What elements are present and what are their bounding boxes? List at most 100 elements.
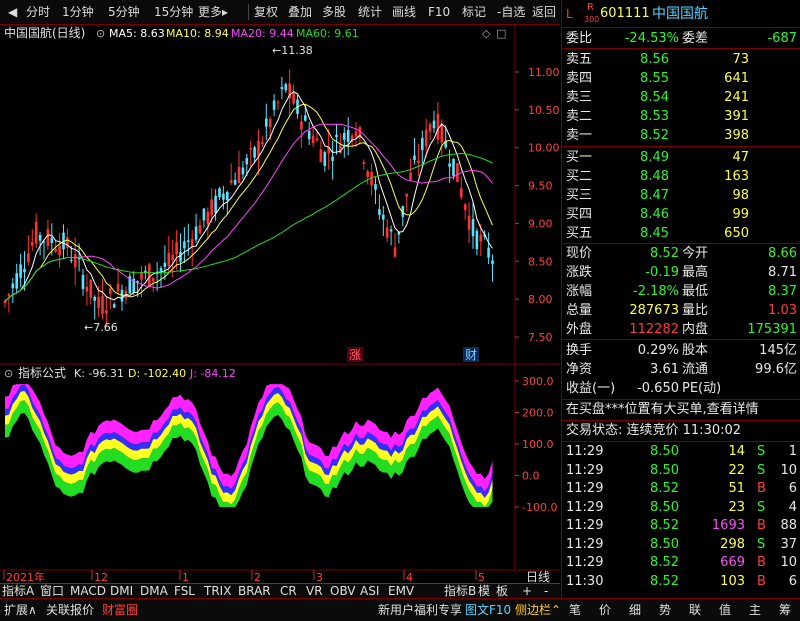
indicator-tab-right[interactable]: 模 — [478, 584, 490, 599]
detail-tab[interactable]: 主 — [749, 602, 761, 618]
detail-tab[interactable]: 细 — [629, 602, 641, 618]
tick-time: 11:29 — [566, 518, 604, 533]
quote-stats: 现价 8.52 今开 8.66 涨跌 -0.19 最高 8.71 涨幅 -2.18% 最低 8.37 总… — [562, 244, 800, 339]
tick-count: 1 — [788, 444, 797, 459]
indicator-tab[interactable]: TRIX — [204, 584, 231, 599]
fund-value: 145亿 — [759, 343, 797, 358]
tick-time: 11:29 — [566, 481, 604, 496]
indicator-tab[interactable]: EMV — [388, 584, 414, 599]
tick-side: B — [757, 573, 766, 589]
multi-stock-button[interactable]: 多股 — [318, 3, 350, 21]
bid-volume: 47 — [732, 150, 749, 165]
draw-line-button[interactable]: 画线 — [388, 3, 420, 21]
badge-cai[interactable]: 财 — [465, 348, 477, 362]
tick-side: S — [757, 444, 766, 459]
candle-body — [54, 249, 57, 252]
mark-button[interactable]: 标记 — [458, 3, 490, 21]
related-quotes-tab[interactable]: 关联报价 — [46, 602, 94, 618]
quote-value: -0.19 — [645, 265, 679, 280]
ask-price: 8.54 — [640, 90, 669, 105]
expand-menu[interactable]: 扩展∧ — [4, 602, 37, 618]
tab-fenshi[interactable]: 分时 — [22, 3, 54, 21]
ask-row[interactable]: 卖一 8.52 398 — [562, 126, 800, 145]
stock-code[interactable]: 601111 — [600, 2, 650, 26]
tab-1min[interactable]: 1分钟 — [58, 3, 98, 21]
divider — [562, 48, 800, 49]
detail-tab[interactable]: 笔 — [569, 602, 581, 618]
indicator-tab[interactable]: CR — [280, 584, 297, 599]
indicator-tab-right[interactable]: 指标B — [444, 584, 476, 599]
indicator-tab[interactable]: DMI — [110, 584, 133, 599]
bid-row[interactable]: 买五 8.45 650 — [562, 224, 800, 243]
tab-5min[interactable]: 5分钟 — [104, 3, 144, 21]
candle-body — [159, 268, 163, 271]
ask-row[interactable]: 卖五 8.56 73 — [562, 50, 800, 69]
kdj-axis: 300.0 200.0 100.0 0.0 -100.0 — [515, 375, 557, 514]
indicator-tab[interactable]: 窗口 — [40, 584, 64, 599]
fundamental-row: 换手 0.29% 股本 145亿 — [562, 341, 800, 360]
indicator-tab[interactable]: ASI — [360, 584, 379, 599]
tab-15min[interactable]: 15分钟 — [150, 3, 197, 21]
indicator-collapse-icon[interactable]: ⊙ — [4, 367, 13, 380]
ask-price: 8.53 — [640, 109, 669, 124]
detail-tab[interactable]: 联 — [689, 602, 701, 618]
indicator-tab-right[interactable]: 板 — [496, 584, 508, 599]
new-user-promo[interactable]: 新用户福利专享 — [378, 602, 462, 618]
overlay-button[interactable]: 叠加 — [284, 3, 316, 21]
stats-button[interactable]: 统计 — [354, 3, 386, 21]
period-label[interactable]: 日线 — [526, 570, 550, 584]
expand-icon[interactable]: □ — [496, 27, 506, 40]
detail-tab[interactable]: 势 — [659, 602, 671, 618]
watchlist-button[interactable]: -自选 — [493, 3, 529, 21]
ask-row[interactable]: 卖三 8.54 241 — [562, 88, 800, 107]
bid-price: 8.45 — [640, 226, 669, 241]
badge-zhang[interactable]: 涨 — [349, 347, 361, 362]
tick-volume: 103 — [720, 573, 745, 589]
bid-row[interactable]: 买四 8.46 99 — [562, 205, 800, 224]
chevron-left-icon[interactable]: ◀ — [4, 3, 21, 21]
back-button[interactable]: 返回 — [528, 3, 560, 21]
more-menu[interactable]: 更多▸ — [194, 3, 232, 21]
bid-row[interactable]: 买一 8.49 47 — [562, 148, 800, 167]
kline-chart[interactable]: 11.00 10.50 10.00 9.50 9.00 8.50 8.00 7.50 300.… — [0, 24, 560, 595]
detail-tab[interactable]: 价 — [599, 602, 611, 618]
quote-label: 涨幅 — [566, 284, 593, 299]
candle-body — [34, 221, 38, 244]
ma20-line — [4, 123, 493, 302]
bid-label: 买二 — [566, 169, 593, 184]
indicator-tab[interactable]: 指标A — [2, 584, 34, 599]
tick-list[interactable]: 11:29 8.50 14 S 1 11:29 8.50 22 S 10 11:29 8.52 51 B 6… — [562, 442, 800, 592]
wealth-circle-tab[interactable]: 财富圈 — [102, 602, 138, 618]
indicator-tab[interactable]: VR — [306, 584, 323, 599]
diamond-icon[interactable]: ◇ — [482, 27, 491, 40]
tick-count: 10 — [780, 462, 797, 478]
candle-body — [311, 135, 315, 144]
indicator-tab[interactable]: BRAR — [238, 584, 271, 599]
detail-tab[interactable]: 值 — [719, 602, 731, 618]
f10-graphic-tab[interactable]: 图文F10 — [465, 602, 511, 618]
fuquan-button[interactable]: 复权 — [250, 3, 282, 21]
collapse-icon[interactable]: ⊙ — [96, 27, 105, 40]
indicator-tab-right[interactable]: + — [522, 584, 532, 599]
kdj-tick-label: -100.0 — [522, 501, 557, 514]
indicator-tab[interactable]: MACD — [70, 584, 106, 599]
indicator-tab-right[interactable]: - — [544, 584, 548, 599]
big-order-notice[interactable]: 在买盘***位置有大买单,查看详情 — [562, 400, 800, 420]
candle-body — [11, 283, 15, 289]
detail-tab[interactable]: 筹 — [779, 602, 791, 618]
stock-name[interactable]: 中国国航 — [652, 2, 708, 26]
f10-button[interactable]: F10 — [424, 3, 454, 21]
indicator-tab[interactable]: FSL — [174, 584, 195, 599]
ask-row[interactable]: 卖二 8.53 391 — [562, 107, 800, 126]
quote-value: 8.71 — [768, 265, 797, 280]
candle-body — [3, 301, 7, 304]
bid-row[interactable]: 买三 8.47 98 — [562, 186, 800, 205]
sidebar-toggle[interactable]: 侧边栏⌃ — [515, 602, 561, 618]
ask-row[interactable]: 卖四 8.55 641 — [562, 69, 800, 88]
indicator-tab[interactable]: OBV — [330, 584, 356, 599]
bid-row[interactable]: 买二 8.48 163 — [562, 167, 800, 186]
quote-value: 8.66 — [768, 246, 797, 261]
candle-body — [116, 283, 120, 292]
d-legend: D: -102.40 — [128, 367, 186, 380]
indicator-tab[interactable]: DMA — [140, 584, 168, 599]
